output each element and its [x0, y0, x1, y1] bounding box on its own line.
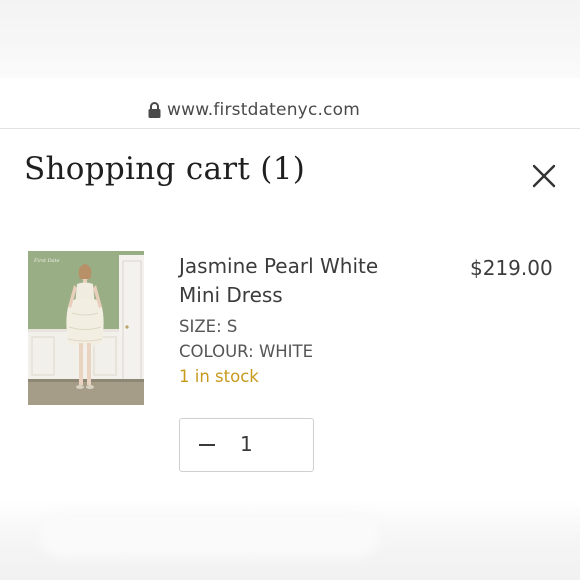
- blurred-footer-background: [0, 500, 580, 580]
- cart-title: Shopping cart (1): [24, 151, 306, 187]
- stock-status: 1 in stock: [179, 367, 259, 386]
- product-size: SIZE: S: [179, 317, 238, 336]
- product-name-line-2: Mini Dress: [179, 283, 283, 307]
- lock-icon: [148, 102, 161, 118]
- blurred-footer-shape: [40, 512, 380, 558]
- browser-address-bar[interactable]: www.firstdatenyc.com: [0, 80, 580, 129]
- product-name-line-1: Jasmine Pearl White: [179, 254, 379, 278]
- close-button[interactable]: [528, 160, 560, 192]
- close-icon: [532, 164, 556, 188]
- product-image[interactable]: First Date: [28, 251, 144, 405]
- decrease-quantity-button[interactable]: [194, 433, 218, 457]
- minus-icon: [199, 444, 215, 446]
- address-bar-content: www.firstdatenyc.com: [148, 100, 360, 120]
- quantity-stepper[interactable]: 1: [179, 418, 314, 472]
- product-price: $219.00: [470, 256, 553, 280]
- quantity-value[interactable]: 1: [240, 432, 253, 456]
- product-colour: COLOUR: WHITE: [179, 342, 314, 361]
- image-watermark: First Date: [33, 258, 60, 264]
- product-name[interactable]: Jasmine Pearl White Mini Dress: [179, 252, 419, 310]
- url-text: www.firstdatenyc.com: [167, 100, 361, 120]
- blurred-header-background: [0, 0, 580, 78]
